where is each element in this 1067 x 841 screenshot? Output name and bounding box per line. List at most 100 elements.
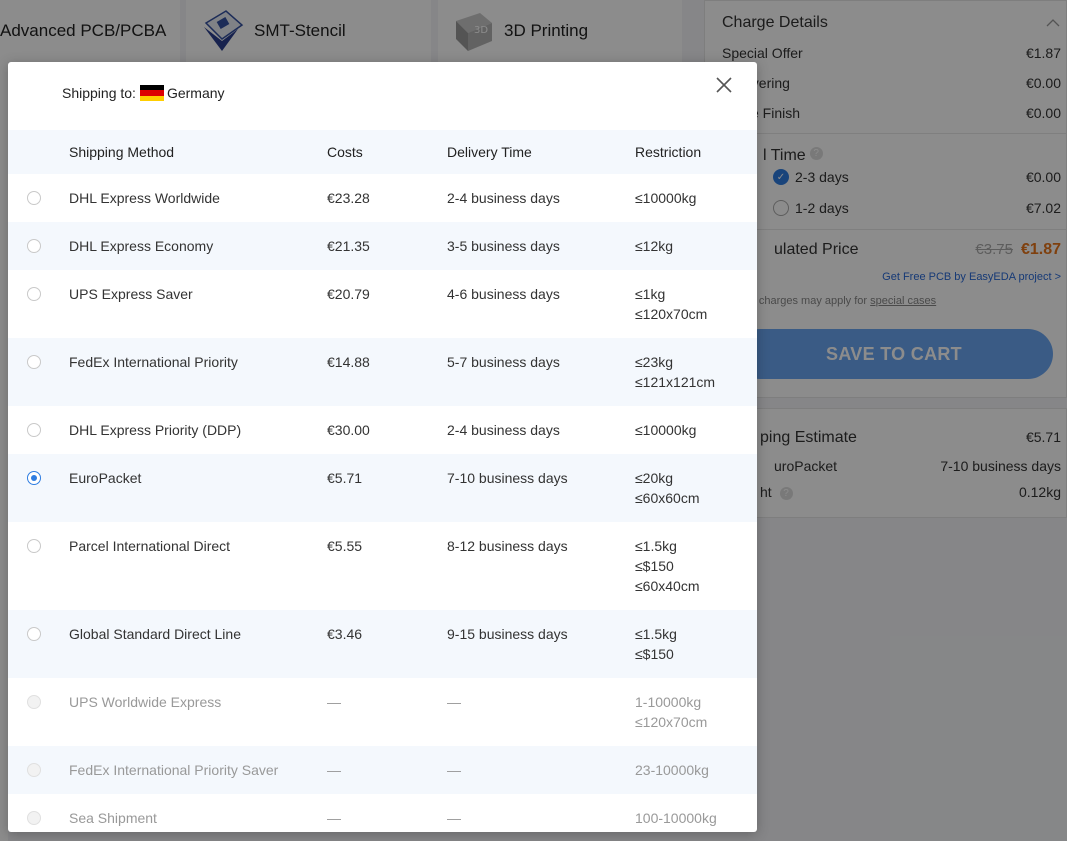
restriction-line: 100-10000kg bbox=[635, 810, 717, 826]
shipping-method-radio[interactable] bbox=[27, 471, 41, 485]
table-row[interactable]: DHL Express Priority (DDP) €30.00 2-4 busi… bbox=[8, 406, 757, 454]
radio-cell bbox=[8, 794, 69, 832]
restriction-line: ≤60x60cm bbox=[635, 490, 700, 506]
shipping-method-radio bbox=[27, 763, 41, 777]
table-row[interactable]: DHL Express Economy €21.35 3-5 business da… bbox=[8, 222, 757, 270]
method-name: UPS Express Saver bbox=[69, 286, 193, 302]
restriction-line: ≤121x121cm bbox=[635, 374, 716, 390]
radio-cell bbox=[8, 522, 69, 610]
method-name: EuroPacket bbox=[69, 470, 142, 486]
table-row[interactable]: EuroPacket €5.71 7-10 business days ≤20kg ≤6… bbox=[8, 454, 757, 522]
restriction: ≤10000kg bbox=[635, 174, 757, 222]
method-name: DHL Express Worldwide bbox=[69, 190, 220, 206]
table-row: FedEx International Priority Saver — — 23-1… bbox=[8, 746, 757, 794]
delivery-time: 8-12 business days bbox=[447, 538, 568, 554]
method-cost: €23.28 bbox=[327, 190, 370, 206]
restriction-line: ≤1.5kg bbox=[635, 626, 677, 642]
delivery-time: 7-10 business days bbox=[447, 470, 568, 486]
restriction-line: ≤1kg bbox=[635, 286, 666, 302]
radio-cell bbox=[8, 338, 69, 406]
delivery-time: 3-5 business days bbox=[447, 238, 560, 254]
delivery-time: 2-4 business days bbox=[447, 422, 560, 438]
restriction-line: ≤10000kg bbox=[635, 422, 697, 438]
delivery-time: — bbox=[447, 694, 461, 710]
method-cost: €3.46 bbox=[327, 626, 363, 642]
restriction: ≤1.5kg ≤$150 bbox=[635, 610, 757, 678]
restriction-line: ≤$150 bbox=[635, 646, 674, 662]
radio-cell bbox=[8, 610, 69, 678]
table-row[interactable]: Parcel International Direct €5.55 8-12 bus… bbox=[8, 522, 757, 610]
restriction-line: ≤12kg bbox=[635, 238, 674, 254]
restriction: ≤10000kg bbox=[635, 406, 757, 454]
radio-cell bbox=[8, 222, 69, 270]
restriction: ≤20kg ≤60x60cm bbox=[635, 454, 757, 522]
shipping-method-radio[interactable] bbox=[27, 539, 41, 553]
method-name: Global Standard Direct Line bbox=[69, 626, 241, 642]
delivery-time: — bbox=[447, 810, 461, 826]
country-name: Germany bbox=[166, 85, 225, 101]
method-cost: €20.79 bbox=[327, 286, 370, 302]
shipping-method-radio[interactable] bbox=[27, 423, 41, 437]
method-name: FedEx International Priority bbox=[69, 354, 238, 370]
method-cost: €5.71 bbox=[327, 470, 363, 486]
method-cost: — bbox=[327, 694, 341, 710]
column-header-method: Shipping Method bbox=[69, 144, 175, 160]
restriction-line: ≤120x70cm bbox=[635, 714, 708, 730]
method-name: Parcel International Direct bbox=[69, 538, 231, 554]
shipping-destination: Shipping to: Germany bbox=[62, 85, 225, 101]
radio-cell bbox=[8, 270, 69, 338]
method-cost: €21.35 bbox=[327, 238, 370, 254]
restriction-line: ≤$150 bbox=[635, 558, 674, 574]
restriction-line: ≤10000kg bbox=[635, 190, 697, 206]
shipping-method-radio[interactable] bbox=[27, 355, 41, 369]
shipping-method-radio bbox=[27, 811, 41, 825]
shipping-to-label: Shipping to: bbox=[62, 85, 136, 101]
shipping-method-radio[interactable] bbox=[27, 239, 41, 253]
method-name: DHL Express Economy bbox=[69, 238, 214, 254]
method-cost: €14.88 bbox=[327, 354, 370, 370]
restriction: 1-10000kg ≤120x70cm bbox=[635, 678, 757, 746]
radio-cell bbox=[8, 454, 69, 522]
restriction: 23-10000kg bbox=[635, 746, 757, 794]
restriction: ≤12kg bbox=[635, 222, 757, 270]
method-cost: — bbox=[327, 762, 341, 778]
method-cost: €5.55 bbox=[327, 538, 363, 554]
method-cost: — bbox=[327, 810, 341, 826]
table-row[interactable]: DHL Express Worldwide €23.28 2-4 business … bbox=[8, 174, 757, 222]
table-row[interactable]: FedEx International Priority €14.88 5-7 bu… bbox=[8, 338, 757, 406]
radio-cell bbox=[8, 174, 69, 222]
restriction-line: 1-10000kg bbox=[635, 694, 702, 710]
method-name: UPS Worldwide Express bbox=[69, 694, 222, 710]
table-row[interactable]: Global Standard Direct Line €3.46 9-15 bus… bbox=[8, 610, 757, 678]
restriction-line: ≤1.5kg bbox=[635, 538, 677, 554]
shipping-method-dialog: Shipping to: Germany Shipping Method Cos… bbox=[8, 62, 757, 832]
delivery-time: 4-6 business days bbox=[447, 286, 560, 302]
shipping-method-radio[interactable] bbox=[27, 627, 41, 641]
radio-cell bbox=[8, 746, 69, 794]
restriction-line: 23-10000kg bbox=[635, 762, 709, 778]
table-row[interactable]: UPS Express Saver €20.79 4-6 business days… bbox=[8, 270, 757, 338]
method-name: FedEx International Priority Saver bbox=[69, 762, 279, 778]
delivery-time: 5-7 business days bbox=[447, 354, 560, 370]
radio-cell bbox=[8, 406, 69, 454]
restriction-line: ≤60x40cm bbox=[635, 578, 700, 594]
restriction-line: ≤20kg bbox=[635, 470, 674, 486]
method-name: Sea Shipment bbox=[69, 810, 157, 826]
table-row: Sea Shipment — — 100-10000kg bbox=[8, 794, 757, 832]
method-cost: €30.00 bbox=[327, 422, 370, 438]
germany-flag-icon bbox=[139, 85, 164, 101]
column-header-cost: Costs bbox=[327, 144, 363, 160]
shipping-method-radio[interactable] bbox=[27, 191, 41, 205]
restriction: ≤1kg ≤120x70cm bbox=[635, 270, 757, 338]
table-header: Shipping Method Costs Delivery Time Rest… bbox=[8, 130, 757, 174]
close-icon[interactable] bbox=[714, 75, 734, 95]
restriction-line: ≤23kg bbox=[635, 354, 674, 370]
shipping-methods-table: Shipping Method Costs Delivery Time Rest… bbox=[8, 130, 757, 832]
radio-cell bbox=[8, 678, 69, 746]
table-body: DHL Express Worldwide €23.28 2-4 business … bbox=[8, 174, 757, 832]
shipping-method-radio[interactable] bbox=[27, 287, 41, 301]
column-header-time: Delivery Time bbox=[447, 144, 532, 160]
delivery-time: — bbox=[447, 762, 461, 778]
delivery-time: 9-15 business days bbox=[447, 626, 568, 642]
restriction: ≤1.5kg ≤$150 ≤60x40cm bbox=[635, 522, 757, 610]
